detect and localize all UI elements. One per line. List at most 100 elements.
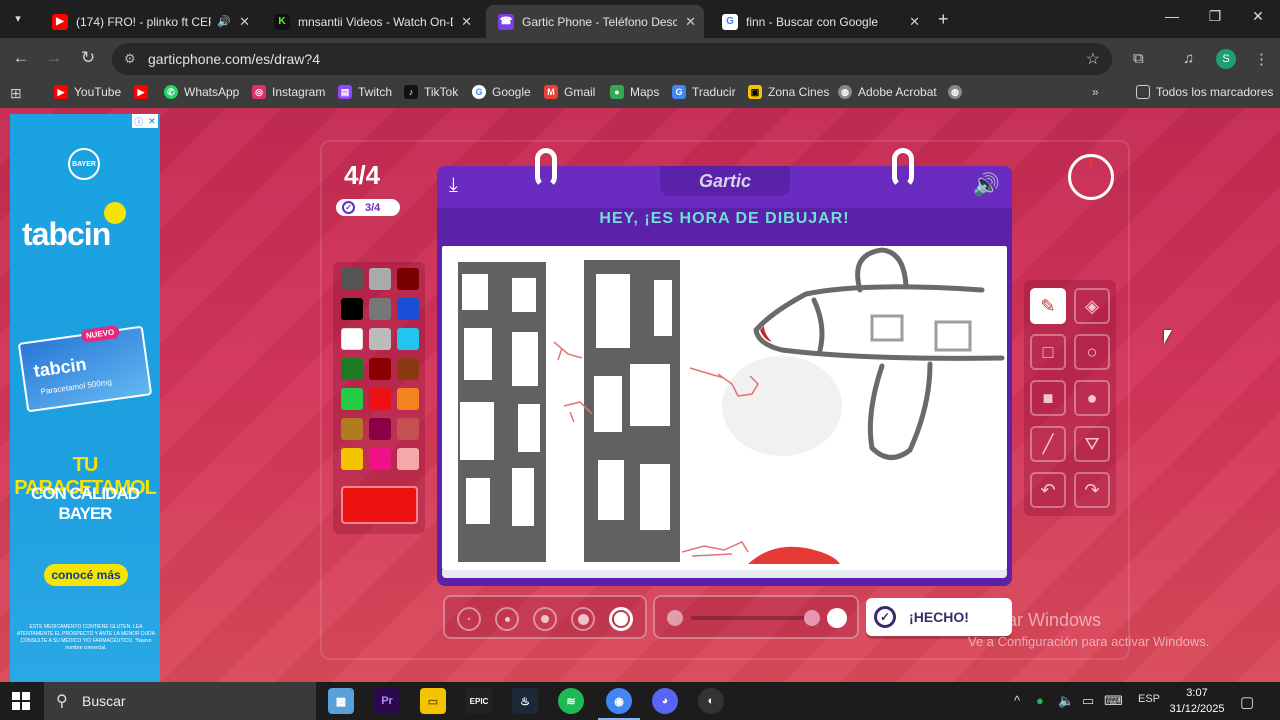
bookmark-adobe-acrobat[interactable]: ◍ Adobe Acrobat — [838, 85, 937, 99]
bookmark-globe[interactable]: ◍ — [948, 85, 968, 99]
spotify-icon[interactable]: ≋ — [558, 688, 584, 714]
bookmark-tiktok[interactable]: ♪ TikTok — [404, 85, 458, 99]
color-swatch[interactable] — [341, 388, 363, 410]
brush-size-option[interactable] — [457, 607, 481, 631]
forward-icon[interactable]: → — [43, 48, 65, 68]
close-tab-icon[interactable]: ✕ — [239, 14, 250, 30]
color-swatch[interactable] — [397, 388, 419, 410]
tool-line[interactable]: ╱ — [1030, 426, 1066, 462]
bookmark-traducir[interactable]: G Traducir — [672, 85, 736, 99]
language-indicator[interactable]: ESP — [1138, 693, 1160, 705]
color-swatch[interactable] — [341, 358, 363, 380]
bookmark-youtube[interactable]: ▶ YouTube — [54, 85, 121, 99]
browser-tab[interactable]: G finn - Buscar con Google ✕ — [710, 5, 928, 38]
tool-fill-bucket[interactable]: ⛛ — [1074, 426, 1110, 462]
color-swatch[interactable] — [341, 448, 363, 470]
extensions-icon[interactable]: ⧉ — [1133, 50, 1144, 67]
color-swatch[interactable] — [397, 358, 419, 380]
color-swatch[interactable] — [369, 298, 391, 320]
color-swatch[interactable] — [341, 328, 363, 350]
bookmark-zona-cines[interactable]: ▣ Zona Cines — [748, 85, 829, 99]
brush-size-option[interactable] — [571, 607, 595, 631]
browser-tab[interactable]: K mnsantii Videos - Watch On-De ✕ — [262, 5, 480, 38]
browser-tab-active[interactable]: ☎ Gartic Phone - Teléfono Descon ✕ — [486, 5, 704, 38]
tool-rectangle[interactable]: □ — [1030, 334, 1066, 370]
bookmark-gmail[interactable]: M Gmail — [544, 85, 595, 99]
address-bar[interactable]: ⚙ garticphone.com/es/draw?4 ☆ — [112, 43, 1112, 75]
color-swatch[interactable] — [397, 328, 419, 350]
close-tab-icon[interactable]: ✕ — [461, 14, 472, 30]
tool-filled-rectangle[interactable]: ■ — [1030, 380, 1066, 416]
ad-cta-button[interactable]: conocé más — [44, 564, 128, 586]
volume-icon[interactable]: 🔊 — [973, 172, 1000, 198]
app-explorer-widget-icon[interactable]: ▦ — [328, 688, 354, 714]
color-swatch[interactable] — [369, 328, 391, 350]
bookmark-star-icon[interactable]: ☆ — [1086, 49, 1100, 69]
tab-search-dropdown-icon[interactable]: ▾ — [8, 8, 28, 28]
brush-size-option[interactable] — [609, 607, 633, 631]
keyboard-icon[interactable]: ⌨ — [1104, 693, 1123, 709]
opacity-track[interactable] — [691, 616, 811, 620]
color-swatch[interactable] — [397, 448, 419, 470]
file-explorer-icon[interactable]: ▭ — [420, 688, 446, 714]
close-window-icon[interactable]: ✕ — [1248, 8, 1268, 25]
brush-size-option[interactable] — [495, 607, 519, 631]
ad-choices-badge[interactable]: ⓘ ✕ — [132, 114, 158, 128]
tray-status-icon[interactable]: ● — [1036, 693, 1044, 708]
tool-filled-ellipse[interactable]: ● — [1074, 380, 1110, 416]
apps-grid-icon[interactable]: ⊞ — [10, 85, 22, 102]
taskbar-search[interactable]: ⚲ Buscar — [44, 682, 316, 720]
close-tab-icon[interactable]: ✕ — [909, 14, 920, 30]
site-info-icon[interactable]: ⚙ — [124, 51, 136, 67]
taskbar-clock[interactable]: 3:07 31/12/2025 — [1166, 685, 1228, 717]
obs-icon[interactable]: ◐ — [698, 688, 724, 714]
opacity-knob[interactable] — [803, 610, 820, 626]
menu-kebab-icon[interactable]: ⋮ — [1254, 50, 1269, 68]
close-tab-icon[interactable]: ✕ — [685, 14, 696, 30]
profile-avatar[interactable]: S — [1216, 49, 1236, 69]
tool-ellipse[interactable]: ○ — [1074, 334, 1110, 370]
bookmark-youtube-2[interactable]: ▶ — [134, 85, 154, 99]
color-swatch[interactable] — [341, 298, 363, 320]
tool-pencil[interactable]: ✎ — [1030, 288, 1066, 324]
color-swatch[interactable] — [369, 358, 391, 380]
drawing-canvas[interactable] — [442, 246, 1007, 570]
epic-games-icon[interactable]: EPIC — [466, 688, 492, 714]
advertisement-banner[interactable]: ⓘ ✕ BAYER tabcin NUEVO tabcin Paracetamol… — [10, 114, 160, 682]
reload-icon[interactable]: ↻ — [77, 48, 99, 68]
browser-tab[interactable]: ▶ (174) FRO! - plinko ft CERO 🔊 ✕ — [40, 5, 258, 38]
speaker-icon[interactable]: 🔊 — [217, 15, 231, 28]
restore-icon[interactable]: ❐ — [1205, 8, 1225, 25]
bookmark-maps[interactable]: ● Maps — [610, 85, 659, 99]
notifications-icon[interactable]: ▢ — [1240, 693, 1254, 711]
color-swatch[interactable] — [369, 388, 391, 410]
minimize-icon[interactable]: — — [1162, 8, 1182, 24]
bookmark-twitch[interactable]: ▤ Twitch — [338, 85, 392, 99]
tray-overflow-icon[interactable]: ^ — [1014, 693, 1020, 708]
color-swatch[interactable] — [369, 418, 391, 440]
color-swatch[interactable] — [341, 268, 363, 290]
more-bookmarks-icon[interactable]: » — [1092, 85, 1099, 99]
discord-icon[interactable]: ◕ — [652, 688, 678, 714]
color-swatch[interactable] — [397, 268, 419, 290]
bookmark-google[interactable]: G Google — [472, 85, 531, 99]
color-swatch[interactable] — [397, 298, 419, 320]
all-bookmarks-folder[interactable]: Todos los marcadores — [1136, 85, 1273, 99]
volume-tray-icon[interactable]: 🔈 — [1058, 693, 1074, 709]
opacity-slider[interactable] — [653, 595, 859, 639]
color-swatch[interactable] — [369, 268, 391, 290]
tool-eraser[interactable]: ◈ — [1074, 288, 1110, 324]
back-icon[interactable]: ← — [10, 48, 32, 68]
media-controls-icon[interactable]: ♫ — [1183, 50, 1194, 67]
color-swatch[interactable] — [397, 418, 419, 440]
color-swatch[interactable] — [341, 418, 363, 440]
tool-redo[interactable]: ↷ — [1074, 472, 1110, 508]
network-icon[interactable]: ▭ — [1082, 693, 1094, 709]
tool-undo[interactable]: ↶ — [1030, 472, 1066, 508]
chrome-icon[interactable]: ◉ — [598, 688, 640, 720]
new-tab-icon[interactable]: + — [938, 9, 949, 30]
premiere-pro-icon[interactable]: Pr — [374, 688, 400, 714]
steam-icon[interactable]: ♨ — [512, 688, 538, 714]
bookmark-whatsapp[interactable]: ✆ WhatsApp — [164, 85, 239, 99]
windows-start-icon[interactable] — [12, 692, 30, 710]
